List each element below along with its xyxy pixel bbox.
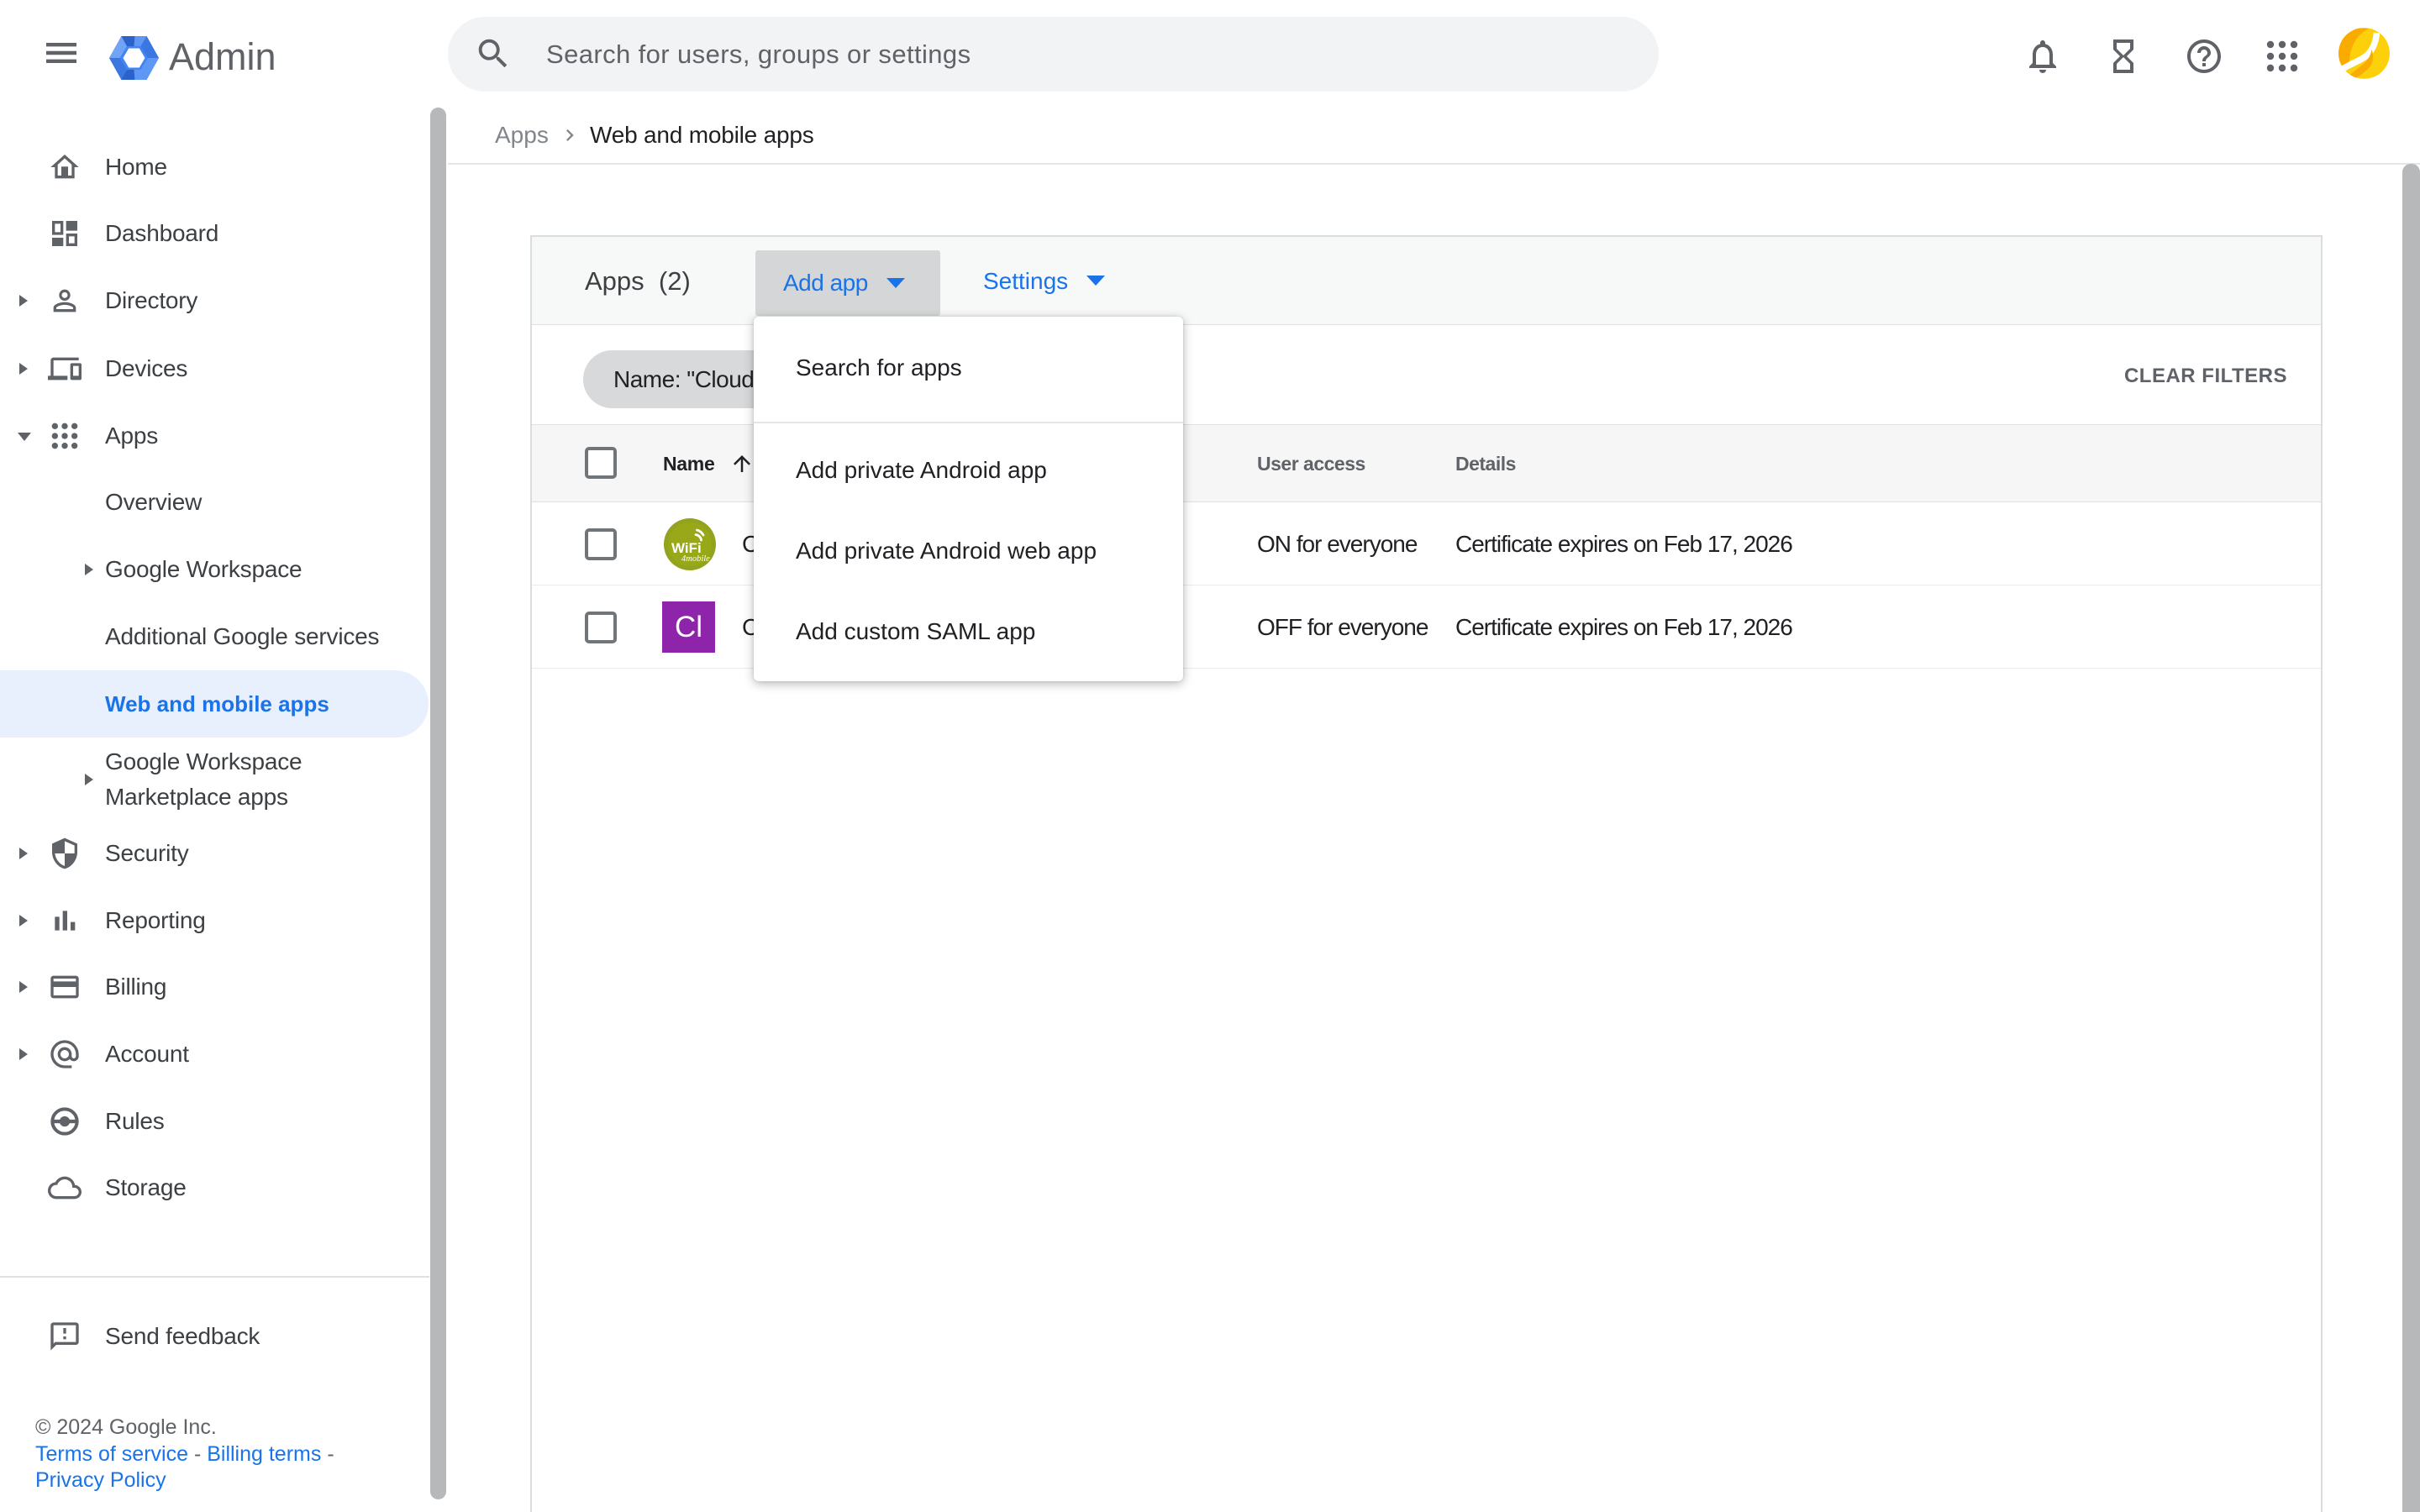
svg-text:4mobile: 4mobile	[681, 554, 710, 564]
